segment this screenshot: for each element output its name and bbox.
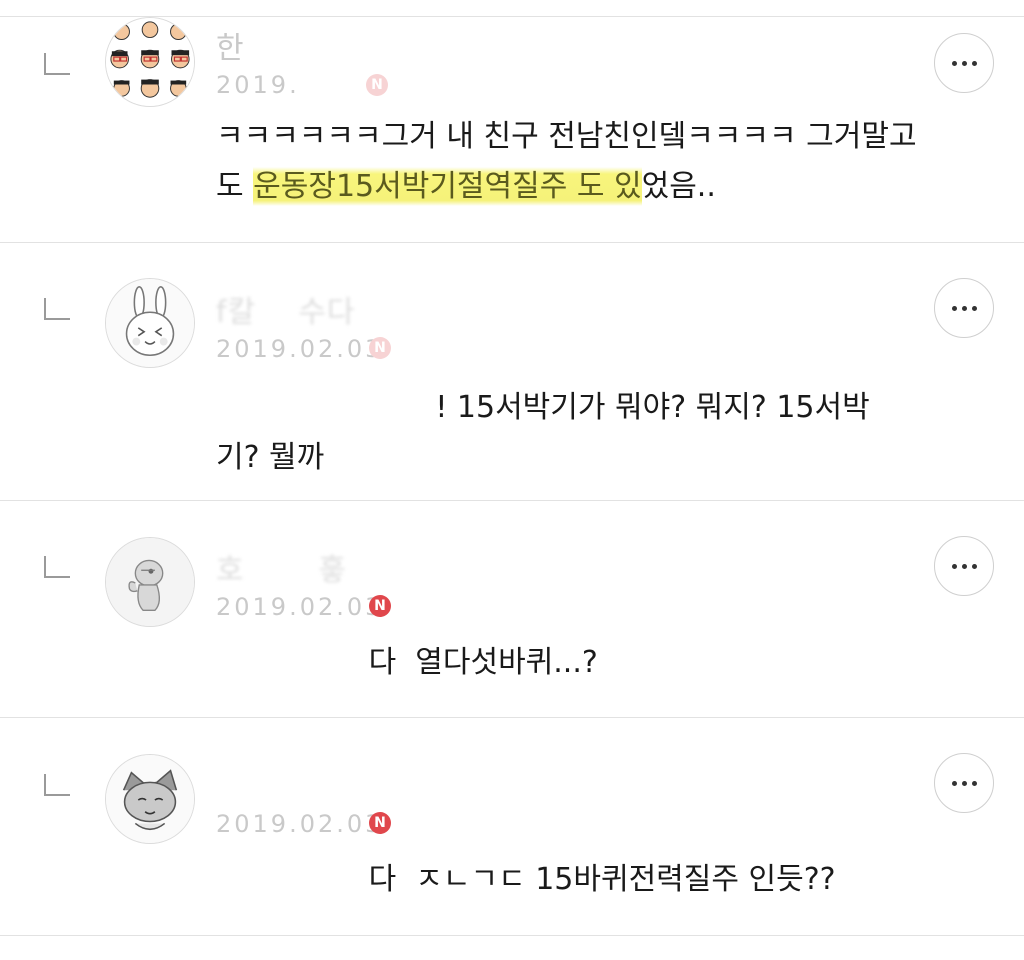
comment-text: ㅋㅋㅋㅋㅋㅋ그거 내 친구 전남친인뎈ㅋㅋㅋㅋ 그거말고 도 운동장15서박기절… <box>216 112 986 212</box>
comment-date: 2019. <box>216 71 300 99</box>
comment-item: 호 흫 2019.02.03 N 다 열다섯바퀴...? <box>0 501 1024 718</box>
comment-date: 2019.02.03 <box>216 335 384 363</box>
new-badge: N <box>366 74 388 96</box>
avatar[interactable] <box>105 754 195 844</box>
reply-indent-icon <box>44 556 70 578</box>
comment-text-line: 도 운동장15서박기절역질주 도 있었음.. <box>216 167 716 206</box>
comment-divider <box>0 935 1024 936</box>
comment-text-line: 다 열다섯바퀴...? <box>216 638 986 688</box>
avatar[interactable] <box>105 278 195 368</box>
comment-text: 다 열다섯바퀴...? <box>216 638 986 688</box>
avatar[interactable] <box>105 17 195 107</box>
comment-text: ! 15서박기가 뭐야? 뭐지? 15서박 기? 뭘까 <box>216 383 986 483</box>
mention[interactable] <box>216 862 369 897</box>
reply-indent-icon <box>44 298 70 320</box>
comment-item: f칼 수다 2019.02.03 N ! 15서박기가 뭐야? 뭐지? 15서박… <box>0 243 1024 501</box>
comment-text-line: ㅋㅋㅋㅋㅋㅋ그거 내 친구 전남친인뎈ㅋㅋㅋㅋ 그거말고 <box>216 119 917 154</box>
comment-item: 한 2019. N ㅋㅋㅋㅋㅋㅋ그거 내 친구 전남친인뎈ㅋㅋㅋㅋ 그거말고 도… <box>0 17 1024 243</box>
reply-indent-icon <box>44 774 70 796</box>
highlighted-text: 운동장15서박기절역질주 도 있 <box>253 167 642 206</box>
more-options-button[interactable] <box>934 278 994 338</box>
more-options-button[interactable] <box>934 753 994 813</box>
comment-text-line: ! 15서박기가 뭐야? 뭐지? 15서박 <box>216 383 986 433</box>
comment-date: 2019.02.03 <box>216 593 384 621</box>
comment-text-line: 기? 뭘까 <box>216 440 325 475</box>
comment-date: 2019.02.03 <box>216 810 384 838</box>
mention[interactable] <box>216 390 435 425</box>
comment-item: 2019.02.03 N 다 ㅈㄴㄱㄷ 15바퀴전력질주 인듯?? <box>0 718 1024 936</box>
new-badge: N <box>369 337 391 359</box>
more-horizontal-icon <box>952 564 957 569</box>
more-horizontal-icon <box>952 781 957 786</box>
avatar[interactable] <box>105 537 195 627</box>
more-horizontal-icon <box>952 61 957 66</box>
mention-suffix: 다 <box>368 645 397 680</box>
comment-author[interactable]: 한 <box>216 23 245 67</box>
new-badge: N <box>369 812 391 834</box>
new-badge: N <box>369 595 391 617</box>
comment-author[interactable]: 호 흫 <box>216 545 347 589</box>
comment-text: 다 ㅈㄴㄱㄷ 15바퀴전력질주 인듯?? <box>216 855 986 905</box>
mention[interactable] <box>216 645 369 680</box>
more-options-button[interactable] <box>934 536 994 596</box>
more-options-button[interactable] <box>934 33 994 93</box>
comment-text-line: 다 ㅈㄴㄱㄷ 15바퀴전력질주 인듯?? <box>216 855 986 905</box>
reply-indent-icon <box>44 53 70 75</box>
comment-author[interactable]: f칼 수다 <box>216 287 356 331</box>
more-horizontal-icon <box>952 306 957 311</box>
mention-suffix: 다 <box>368 862 397 897</box>
